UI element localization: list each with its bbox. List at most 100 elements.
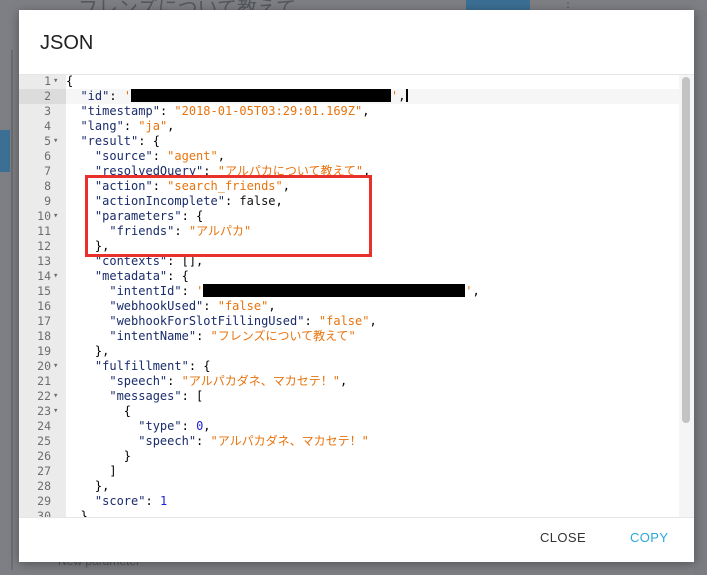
copy-button[interactable]: COPY: [630, 530, 668, 545]
code-token: "false": [217, 299, 269, 313]
code-token: :: [196, 329, 211, 343]
code-token: "id": [80, 89, 110, 103]
code-text: "id": ' ',: [66, 89, 408, 104]
code-token: :: [145, 494, 160, 508]
code-token: {: [66, 74, 74, 88]
json-dialog: JSON 1 ▾{2 "id": ' ', 3 "timestamp": "2018-…: [19, 10, 694, 562]
line-number: 4: [44, 119, 51, 133]
text-cursor: [405, 89, 408, 102]
fold-toggle-icon[interactable]: ▾: [53, 404, 58, 419]
code-token: :: [181, 419, 197, 433]
fold-toggle-icon[interactable]: ▾: [53, 134, 58, 149]
code-token: "speech": [109, 374, 168, 388]
close-button[interactable]: CLOSE: [540, 530, 586, 545]
code-token: ,: [167, 119, 175, 133]
line-number: 2: [44, 89, 51, 103]
fold-toggle-icon[interactable]: ▾: [53, 209, 58, 224]
background-sidebar-marker: [0, 130, 10, 172]
code-text: "type": 0,: [66, 419, 211, 434]
code-text: "lang": "ja",: [66, 119, 174, 134]
background-right-panel: [694, 10, 707, 575]
line-number: 22: [37, 389, 51, 403]
redacted-value: [131, 89, 392, 102]
code-token: ,: [339, 374, 348, 388]
line-number: 6: [44, 149, 51, 163]
code-token: }: [66, 449, 132, 463]
code-token: "intentName": [109, 329, 197, 343]
redacted-value: [203, 284, 466, 297]
code-token: },: [66, 344, 110, 358]
code-token: "lang": [80, 119, 124, 133]
code-token: :: [159, 104, 175, 118]
code-text: },: [66, 344, 109, 359]
code-token: ': [196, 284, 204, 298]
code-token: "fulfillment": [94, 359, 189, 373]
code-token: "source": [94, 149, 153, 163]
fold-toggle-icon[interactable]: ▾: [53, 359, 58, 374]
line-number: 26: [37, 449, 51, 463]
code-text: }: [66, 449, 131, 464]
line-number: 9: [44, 194, 51, 208]
line-number: 28: [37, 479, 51, 493]
code-text: "webhookForSlotFillingUsed": "false",: [66, 314, 377, 329]
line-number: 11: [37, 224, 51, 238]
code-text: "intentId": ' ',: [66, 284, 480, 299]
code-text: "speech": "アルパカダネ、マカセテ！": [66, 434, 369, 449]
code-token: ,: [472, 284, 480, 298]
line-number: 8: [44, 179, 51, 193]
code-token: "2018-01-05T03:29:01.169Z": [174, 104, 363, 118]
code-token: "result": [80, 134, 139, 148]
code-text: "metadata": {: [66, 269, 189, 284]
code-token: "messages": [109, 389, 182, 403]
line-number: 20: [37, 359, 51, 373]
line-number: 21: [37, 374, 51, 388]
code-text: "fulfillment": {: [66, 359, 211, 374]
background-divider: [11, 50, 13, 570]
code-token: : [: [181, 389, 204, 403]
line-number: 12: [37, 239, 51, 253]
code-token: "agent": [167, 149, 218, 163]
fold-toggle-icon[interactable]: ▾: [53, 269, 58, 284]
code-token: "フレンズについて教えて": [210, 329, 356, 343]
fold-toggle-icon[interactable]: ▾: [53, 389, 58, 404]
line-number: 17: [37, 314, 51, 328]
code-token: ,: [369, 314, 377, 328]
code-token: ,: [203, 419, 211, 433]
code-text: "intentName": "フレンズについて教えて": [66, 329, 356, 344]
line-number: 24: [37, 419, 51, 433]
code-token: "speech": [138, 434, 197, 448]
code-token: ,: [398, 89, 406, 103]
fold-toggle-icon[interactable]: ▾: [53, 75, 58, 89]
code-text: "source": "agent",: [66, 149, 225, 164]
background-menu-icon: ⋮: [562, 0, 594, 10]
line-number: 5: [44, 134, 51, 148]
background-intent-title: フレンズについて教えて: [78, 0, 296, 10]
code-token: "timestamp": [80, 104, 160, 118]
code-token: : {: [188, 359, 211, 373]
line-number: 25: [37, 434, 51, 448]
editor-scrollbar-thumb[interactable]: [682, 77, 690, 423]
line-number: 13: [37, 254, 51, 268]
code-token: 1: [159, 494, 168, 508]
code-text: {: [66, 74, 74, 89]
line-number: 29: [37, 494, 51, 508]
json-code-editor[interactable]: 1 ▾{2 "id": ' ', 3 "timestamp": "2018-01-05…: [19, 74, 694, 518]
code-token: "ja": [138, 119, 168, 133]
code-text: "webhookUsed": "false",: [66, 299, 275, 314]
code-text: "result": {: [66, 134, 159, 149]
line-number: 23: [37, 404, 51, 418]
code-token: "score": [94, 494, 146, 508]
line-number: 15: [37, 284, 51, 298]
code-text: {: [66, 404, 131, 419]
